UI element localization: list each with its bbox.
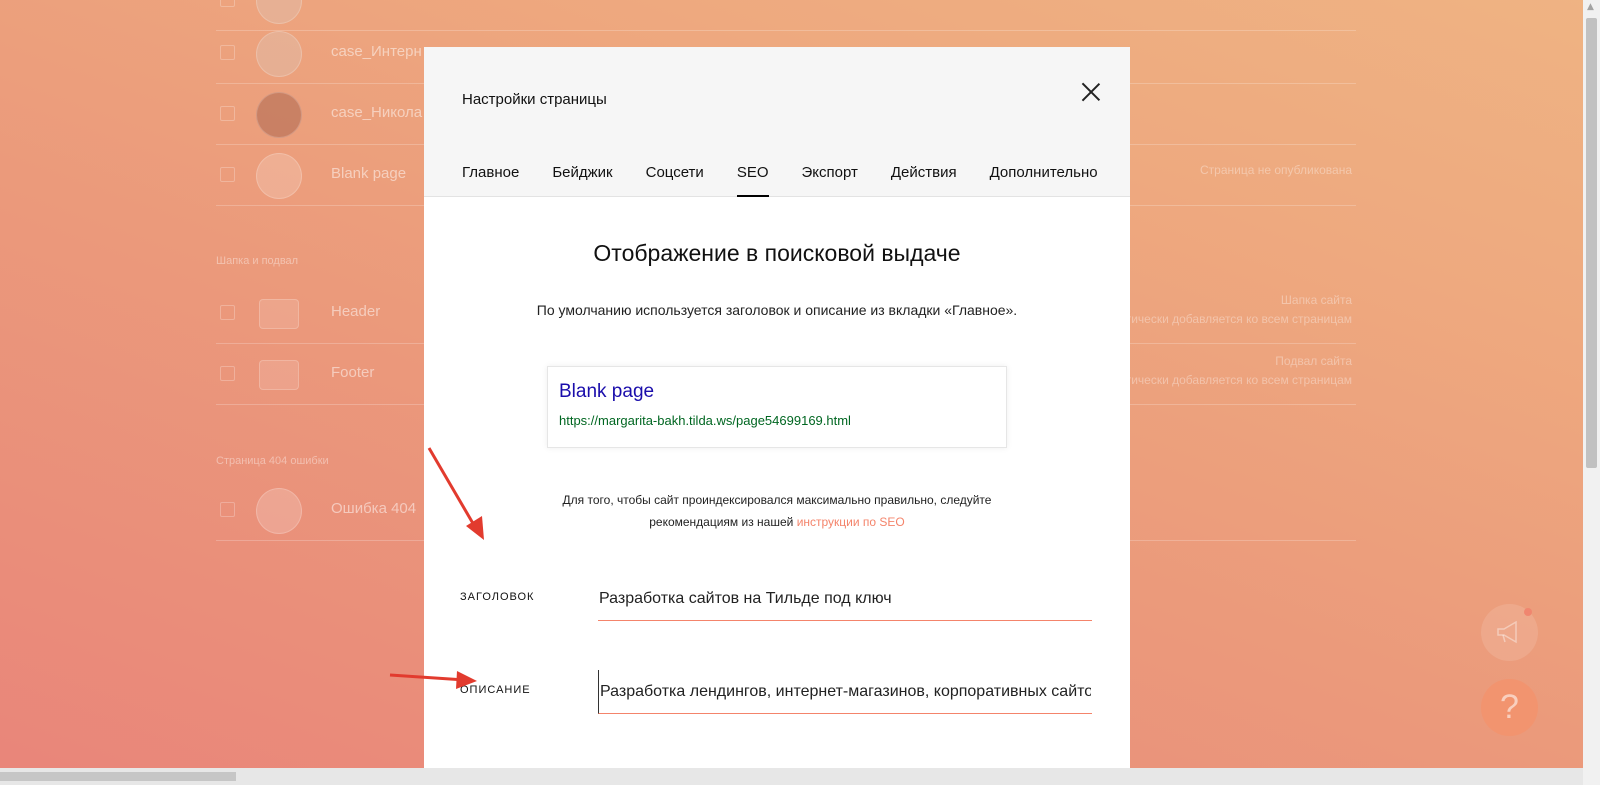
tab-main[interactable]: Главное bbox=[462, 164, 519, 197]
section-header: Шапка и подвал bbox=[216, 255, 299, 267]
modal-header: Настройки страницы Главное Бейджик Соцсе… bbox=[424, 47, 1130, 197]
search-preview-url: https://margarita-bakh.tilda.ws/page5469… bbox=[559, 413, 851, 428]
seo-title-input[interactable] bbox=[598, 577, 1092, 621]
row-checkbox[interactable] bbox=[220, 366, 235, 381]
page-status: Страница не опубликована bbox=[1200, 163, 1352, 177]
page-title[interactable]: case_Никола bbox=[331, 104, 422, 121]
search-preview-title: Blank page bbox=[559, 381, 655, 402]
seo-heading: Отображение в поисковой выдаче bbox=[593, 240, 961, 266]
seo-description-input[interactable] bbox=[598, 670, 1092, 714]
row-checkbox[interactable] bbox=[220, 167, 235, 182]
tab-bar: Главное Бейджик Соцсети SEO Экспорт Дейс… bbox=[462, 164, 1130, 197]
scrollbar-thumb[interactable] bbox=[1586, 18, 1597, 468]
scroll-up-icon[interactable]: ▲ bbox=[1587, 2, 1594, 12]
page-thumbnail bbox=[256, 92, 302, 138]
scrollbar-thumb[interactable] bbox=[0, 772, 236, 781]
hint-line: Для того, чтобы сайт проиндексировался м… bbox=[562, 493, 992, 507]
page-thumbnail bbox=[259, 360, 299, 390]
page-thumbnail bbox=[259, 299, 299, 329]
row-checkbox[interactable] bbox=[220, 305, 235, 320]
page-settings-modal: Настройки страницы Главное Бейджик Соцсе… bbox=[424, 47, 1130, 785]
help-button[interactable]: ? bbox=[1481, 679, 1538, 736]
seo-hint: Для того, чтобы сайт проиндексировался м… bbox=[424, 489, 1130, 533]
status-line: тически добавляется ко всем страницам bbox=[1125, 373, 1352, 387]
page-title[interactable]: Ошибка 404 bbox=[331, 500, 416, 517]
page-thumbnail bbox=[256, 488, 302, 534]
page-title[interactable]: Blank page bbox=[331, 165, 406, 182]
page-status: Подвал сайта тически добавляется ко всем… bbox=[1126, 352, 1352, 390]
status-line: Подвал сайта bbox=[1275, 354, 1352, 368]
seo-guide-link[interactable]: инструкции по SEO bbox=[797, 515, 905, 529]
page-thumbnail bbox=[256, 31, 302, 77]
close-icon[interactable] bbox=[1081, 82, 1101, 102]
tab-seo[interactable]: SEO bbox=[736, 164, 769, 197]
seo-subheading: По умолчанию используется заголовок и оп… bbox=[536, 302, 1018, 318]
modal-title: Настройки страницы bbox=[462, 91, 607, 108]
tab-additional[interactable]: Дополнительно bbox=[990, 164, 1098, 197]
row-checkbox[interactable] bbox=[220, 502, 235, 517]
tab-actions[interactable]: Действия bbox=[891, 164, 957, 197]
row-checkbox[interactable] bbox=[220, 0, 235, 7]
hint-text: рекомендациям из нашей bbox=[649, 515, 797, 529]
tab-social[interactable]: Соцсети bbox=[646, 164, 704, 197]
page-title[interactable]: case_Интерн bbox=[331, 43, 422, 60]
page-thumbnail bbox=[256, 0, 302, 24]
page-title[interactable]: Footer bbox=[331, 364, 374, 381]
megaphone-icon bbox=[1497, 620, 1517, 644]
notification-dot bbox=[1524, 608, 1532, 616]
tab-badge[interactable]: Бейджик bbox=[552, 164, 612, 197]
description-field-label: Описание bbox=[460, 684, 531, 696]
vertical-scrollbar[interactable]: ▲ bbox=[1583, 0, 1600, 785]
hint-line: рекомендациям из нашей инструкции по SEO bbox=[424, 511, 1130, 533]
row-checkbox[interactable] bbox=[220, 106, 235, 121]
status-line: тически добавляется ко всем страницам bbox=[1125, 312, 1352, 326]
page-status: Шапка сайта тически добавляется ко всем … bbox=[1126, 291, 1352, 329]
row-checkbox[interactable] bbox=[220, 45, 235, 60]
page-thumbnail bbox=[256, 153, 302, 199]
page-title[interactable]: Header bbox=[331, 303, 380, 320]
section-header: Страница 404 ошибки bbox=[216, 455, 329, 467]
horizontal-scrollbar[interactable] bbox=[0, 768, 1583, 785]
tab-export[interactable]: Экспорт bbox=[802, 164, 858, 197]
notifications-button[interactable] bbox=[1481, 604, 1538, 661]
search-preview-card: Blank page https://margarita-bakh.tilda.… bbox=[547, 366, 1007, 448]
status-line: Шапка сайта bbox=[1280, 293, 1352, 307]
title-field-label: Заголовок bbox=[460, 591, 535, 603]
